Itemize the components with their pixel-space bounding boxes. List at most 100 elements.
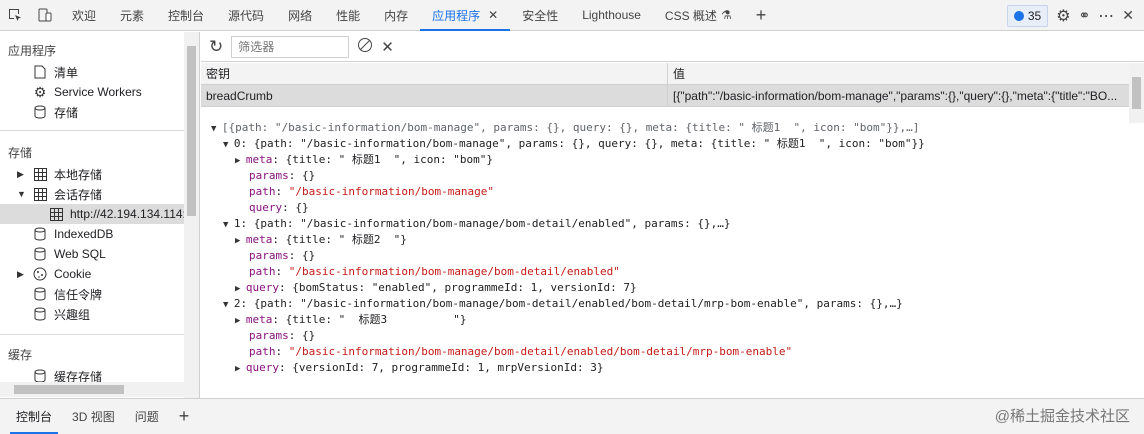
sidebar-item-websql[interactable]: Web SQL bbox=[32, 244, 106, 264]
database-icon bbox=[32, 246, 48, 262]
sidebar-horizontal-scrollbar[interactable] bbox=[0, 382, 184, 397]
sidebar-vertical-scrollbar[interactable] bbox=[184, 32, 199, 398]
customize-icon[interactable]: ⚭ bbox=[1079, 7, 1091, 24]
tab-lighthouse[interactable]: Lighthouse bbox=[570, 0, 653, 30]
device-toolbar-icon[interactable] bbox=[30, 0, 60, 30]
add-drawer-tab-icon[interactable]: + bbox=[169, 400, 200, 434]
delete-selected-icon[interactable]: ✕ bbox=[381, 38, 394, 56]
clear-all-icon[interactable] bbox=[357, 37, 373, 56]
preview-prop-line[interactable]: ▶ meta: {title: " 标题1 ", icon: "bom"} bbox=[235, 152, 493, 168]
column-header-value[interactable]: 值 bbox=[668, 63, 1128, 84]
scrollbar-thumb[interactable] bbox=[1132, 77, 1141, 109]
sidebar-item-label: 信任令牌 bbox=[54, 287, 103, 302]
sidebar-item-service-workers[interactable]: ⚙ Service Workers bbox=[32, 82, 142, 102]
sidebar-item-label: IndexedDB bbox=[54, 227, 114, 241]
expand-arrow-icon[interactable]: ▶ bbox=[17, 164, 27, 184]
grid-icon bbox=[32, 186, 48, 202]
sidebar-item-label: Service Workers bbox=[54, 85, 142, 99]
flask-icon: ⚗ bbox=[720, 8, 732, 22]
prop-value: {versionId: 7, programmeId: 1, mrpVersio… bbox=[292, 361, 604, 374]
sidebar-item-session-origin[interactable]: http://42.194.134.114: bbox=[48, 204, 186, 224]
database-icon bbox=[32, 104, 48, 120]
tab-welcome[interactable]: 欢迎 bbox=[60, 0, 108, 30]
drawer-tab-3d-view[interactable]: 3D 视图 bbox=[62, 400, 125, 434]
sidebar-header-application: 应用程序 bbox=[8, 44, 57, 58]
preview-item-2[interactable]: ▼ 2: {path: "/basic-information/bom-mana… bbox=[223, 296, 903, 312]
sidebar-item-cookie[interactable]: Cookie bbox=[32, 264, 91, 284]
tab-elements[interactable]: 元素 bbox=[108, 0, 156, 30]
prop-value: {} bbox=[302, 329, 316, 342]
gear-icon[interactable]: ⚙ bbox=[1056, 6, 1070, 26]
prop-key: meta bbox=[245, 233, 273, 246]
prop-key: meta bbox=[245, 153, 273, 166]
inspect-element-icon[interactable] bbox=[0, 0, 30, 30]
tab-sources[interactable]: 源代码 bbox=[216, 0, 276, 30]
issues-badge[interactable]: 35 bbox=[1006, 4, 1049, 27]
preview-prop-line[interactable]: ▶ query: {versionId: 7, programmeId: 1, … bbox=[235, 360, 603, 376]
tab-css-overview[interactable]: CSS 概述 ⚗ bbox=[653, 0, 744, 30]
drawer-tab-issues[interactable]: 问题 bbox=[125, 400, 169, 434]
add-tab-icon[interactable]: + bbox=[744, 0, 779, 30]
table-scrollbar[interactable] bbox=[1129, 63, 1144, 123]
sidebar-item-trust-tokens[interactable]: 信任令牌 bbox=[32, 284, 102, 304]
tab-console[interactable]: 控制台 bbox=[156, 0, 216, 30]
preview-prop-line[interactable]: ▶ query: {bomStatus: "enabled", programm… bbox=[235, 280, 637, 296]
prop-key: query bbox=[249, 201, 283, 214]
preview-prop-line[interactable]: ▶ meta: {title: " 标题3 "} bbox=[235, 312, 467, 328]
sidebar-item-storage-overview[interactable]: 存储 bbox=[32, 102, 78, 122]
collapse-arrow-icon[interactable]: ▼ bbox=[223, 140, 234, 150]
column-header-key[interactable]: 密钥 bbox=[201, 63, 668, 84]
preview-prop-line: params: {} bbox=[249, 329, 316, 342]
collapse-arrow-icon[interactable]: ▼ bbox=[223, 220, 234, 230]
scrollbar-thumb[interactable] bbox=[187, 46, 196, 216]
prop-key: path bbox=[249, 265, 276, 278]
prop-value: {title: " 标题3 "} bbox=[285, 313, 467, 326]
prop-value: "/basic-information/bom-manage/bom-detai… bbox=[288, 345, 793, 358]
preview-root-line[interactable]: ▼ [{path: "/basic-information/bom-manage… bbox=[211, 120, 919, 136]
more-icon[interactable]: ⋯ bbox=[1098, 6, 1114, 26]
collapse-arrow-icon[interactable]: ▼ bbox=[211, 124, 222, 134]
expand-arrow-icon[interactable]: ▶ bbox=[235, 156, 246, 166]
sidebar-item-label: 本地存储 bbox=[54, 167, 103, 182]
table-row[interactable]: breadCrumb [{"path":"/basic-information/… bbox=[201, 85, 1144, 107]
tab-network[interactable]: 网络 bbox=[276, 0, 324, 30]
preview-item-0[interactable]: ▼ 0: {path: "/basic-information/bom-mana… bbox=[223, 136, 925, 152]
close-icon[interactable]: ✕ bbox=[488, 8, 498, 22]
expand-arrow-icon[interactable]: ▶ bbox=[235, 284, 246, 294]
close-devtools-icon[interactable]: ✕ bbox=[1122, 7, 1134, 24]
tab-security[interactable]: 安全性 bbox=[510, 0, 570, 30]
tab-memory[interactable]: 内存 bbox=[372, 0, 420, 30]
tab-application[interactable]: 应用程序 ✕ bbox=[420, 0, 511, 31]
tab-performance[interactable]: 性能 bbox=[324, 0, 372, 30]
prop-key: params bbox=[249, 249, 289, 262]
sidebar-item-manifest[interactable]: 清单 bbox=[32, 62, 78, 82]
sidebar-item-label: 兴趣组 bbox=[54, 307, 91, 322]
preview-text: 0: {path: "/basic-information/bom-manage… bbox=[233, 137, 925, 150]
prop-key: meta bbox=[245, 313, 273, 326]
drawer-tab-console[interactable]: 控制台 bbox=[6, 400, 62, 434]
sidebar-item-interest-groups[interactable]: 兴趣组 bbox=[32, 304, 90, 324]
expand-arrow-icon[interactable]: ▶ bbox=[235, 316, 246, 326]
cookie-icon bbox=[32, 266, 48, 282]
filter-input[interactable] bbox=[231, 35, 350, 58]
preview-prop-line[interactable]: ▶ meta: {title: " 标题2 "} bbox=[235, 232, 407, 248]
sidebar-item-local-storage[interactable]: 本地存储 bbox=[32, 164, 102, 184]
scrollbar-thumb[interactable] bbox=[14, 385, 124, 394]
sidebar-item-session-storage[interactable]: 会话存储 bbox=[32, 184, 102, 204]
watermark: @稀土掘金技术社区 bbox=[994, 407, 1130, 425]
prop-value: {title: " 标题2 "} bbox=[285, 233, 407, 246]
sidebar-header-cache: 缓存 bbox=[8, 348, 33, 362]
preview-item-1[interactable]: ▼ 1: {path: "/basic-information/bom-mana… bbox=[223, 216, 731, 232]
prop-value: {bomStatus: "enabled", programmeId: 1, v… bbox=[292, 281, 637, 294]
expand-arrow-icon[interactable]: ▶ bbox=[235, 364, 246, 374]
prop-value: "/basic-information/bom-manage" bbox=[288, 185, 495, 198]
prop-key: query bbox=[245, 281, 279, 294]
prop-key: params bbox=[249, 329, 289, 342]
collapse-arrow-icon[interactable]: ▼ bbox=[223, 300, 234, 310]
refresh-icon[interactable]: ↻ bbox=[209, 37, 223, 57]
preview-prop-line: params: {} bbox=[249, 249, 316, 262]
collapse-arrow-icon[interactable]: ▼ bbox=[17, 184, 27, 204]
expand-arrow-icon[interactable]: ▶ bbox=[235, 236, 246, 246]
expand-arrow-icon[interactable]: ▶ bbox=[17, 264, 27, 284]
sidebar-item-indexeddb[interactable]: IndexedDB bbox=[32, 224, 113, 244]
